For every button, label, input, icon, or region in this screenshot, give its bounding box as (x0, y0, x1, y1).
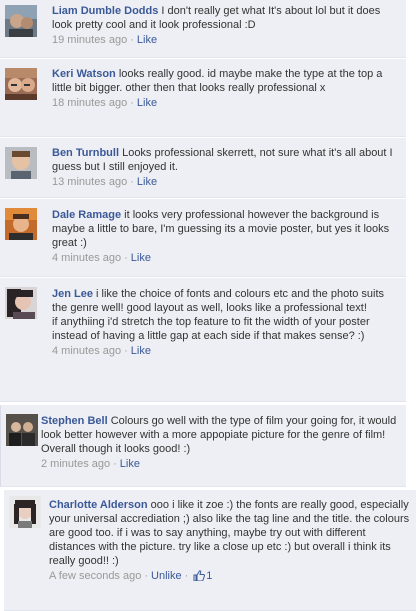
comment-meta: 2 minutes ago · Like (41, 457, 402, 471)
comment-time[interactable]: 18 minutes ago (52, 97, 127, 109)
comment-time[interactable]: 4 minutes ago (52, 345, 121, 357)
comment-item: Charlotte Alderson ooo i like it zoe :) … (4, 490, 416, 611)
like-link[interactable]: Like (137, 176, 157, 188)
thumbs-up-icon (193, 570, 206, 585)
comment-content: Jen Lee i like the choice of fonts and c… (52, 287, 402, 358)
separator-dot: · (130, 34, 134, 46)
comment-meta: 19 minutes ago · Like (52, 33, 402, 47)
comment-author[interactable]: Charlotte Alderson (49, 499, 148, 511)
comment-item: Jen Lee i like the choice of fonts and c… (0, 278, 406, 402)
avatar[interactable] (5, 5, 37, 37)
like-link[interactable]: Like (137, 97, 157, 109)
comment-time[interactable]: 13 minutes ago (52, 176, 127, 188)
like-link[interactable]: Like (131, 252, 151, 264)
comment-meta: 4 minutes ago · Like (52, 251, 402, 265)
comment-content: Charlotte Alderson ooo i like it zoe :) … (49, 498, 412, 585)
comment-item: Stephen Bell Colours go well with the ty… (0, 405, 406, 487)
comment-content: Ben Turnbull Looks professional skerrett… (52, 146, 402, 189)
comment-content: Stephen Bell Colours go well with the ty… (41, 414, 402, 471)
comment-content: Dale Ramage it looks very professional h… (52, 208, 402, 265)
like-link[interactable]: Like (131, 345, 151, 357)
separator-dot: · (184, 570, 189, 582)
like-link[interactable]: Like (137, 34, 157, 46)
comment-meta: A few seconds ago · Unlike · 1 (49, 569, 412, 585)
avatar[interactable] (6, 414, 38, 446)
avatar[interactable] (5, 208, 37, 240)
comment-meta: 4 minutes ago · Like (52, 344, 402, 358)
comment-time[interactable]: A few seconds ago (49, 570, 141, 582)
comment-meta: 13 minutes ago · Like (52, 175, 402, 189)
separator-dot: · (124, 252, 128, 264)
comment-text-continued: if anythiing i'd stretch the top feature… (52, 316, 370, 342)
comment-time[interactable]: 4 minutes ago (52, 252, 121, 264)
comment-item: Dale Ramage it looks very professional h… (0, 199, 406, 277)
comment-time[interactable]: 2 minutes ago (41, 458, 110, 470)
separator-dot: · (144, 570, 149, 582)
comment-time[interactable]: 19 minutes ago (52, 34, 127, 46)
like-count-number: 1 (206, 570, 213, 582)
comment-content: Liam Dumble Dodds I don't really get wha… (52, 4, 402, 47)
avatar[interactable] (5, 68, 37, 100)
comment-author[interactable]: Ben Turnbull (52, 147, 119, 159)
comment-author[interactable]: Dale Ramage (52, 209, 121, 221)
avatar[interactable] (5, 287, 37, 319)
comment-author[interactable]: Stephen Bell (41, 415, 108, 427)
avatar[interactable] (9, 496, 41, 528)
comment-content: Keri Watson looks really good. id maybe … (52, 67, 402, 110)
comment-author[interactable]: Keri Watson (52, 68, 116, 80)
comment-item: Keri Watson looks really good. id maybe … (0, 59, 406, 137)
separator-dot: · (124, 345, 128, 357)
unlike-link[interactable]: Unlike (151, 570, 182, 582)
comment-author[interactable]: Liam Dumble Dodds (52, 5, 158, 17)
comment-text: i like the choice of fonts and colours e… (52, 288, 385, 314)
separator-dot: · (130, 97, 134, 109)
like-count[interactable]: 1 (191, 570, 212, 582)
separator-dot: · (113, 458, 117, 470)
separator-dot: · (130, 176, 134, 188)
comment-item: Liam Dumble Dodds I don't really get wha… (0, 0, 406, 58)
like-link[interactable]: Like (120, 458, 140, 470)
comment-meta: 18 minutes ago · Like (52, 96, 402, 110)
comment-author[interactable]: Jen Lee (52, 288, 93, 300)
comment-item: Ben Turnbull Looks professional skerrett… (0, 138, 406, 198)
avatar[interactable] (5, 147, 37, 179)
